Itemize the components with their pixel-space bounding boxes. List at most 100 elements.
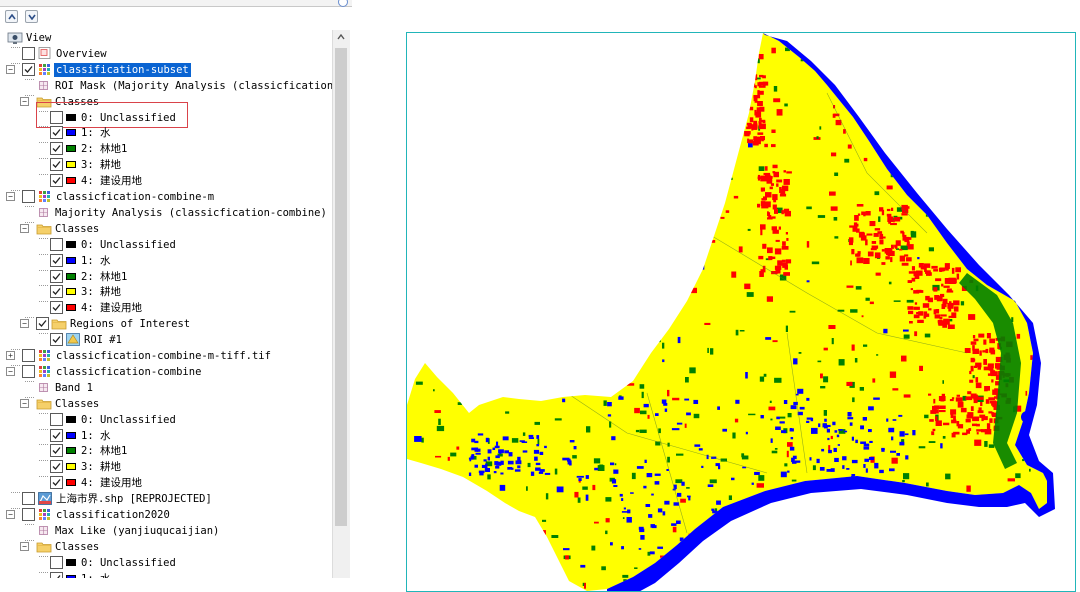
tree-label[interactable]: classicfication-combine-m xyxy=(54,190,216,204)
tree-label[interactable]: ROI Mask (Majority Analysis (classicfica… xyxy=(53,79,332,93)
tree-label[interactable]: 0: Unclassified xyxy=(79,413,178,427)
tree-label[interactable]: 2: 林地1 xyxy=(79,142,129,156)
tree-label[interactable]: classicfication-combine xyxy=(54,365,203,379)
expand-all-button[interactable] xyxy=(25,10,38,23)
tree-row-c2020[interactable]: −classification2020 xyxy=(0,507,332,523)
tree-row-c1-2[interactable]: 2: 林地1 xyxy=(0,141,332,157)
tree-scrollbar[interactable] xyxy=(332,30,350,578)
collapse-minus-icon[interactable]: − xyxy=(20,319,29,328)
tree-label[interactable]: 上海市界.shp [REPROJECTED] xyxy=(54,492,214,506)
layer-checkbox-checked[interactable] xyxy=(36,317,49,330)
tree-row-classes-4[interactable]: − Classes xyxy=(0,539,332,555)
tree-label[interactable]: 4: 建设用地 xyxy=(79,476,144,490)
tree-row-combine-m-tiff[interactable]: + classicfication-combine-m-tiff.tif xyxy=(0,348,332,364)
tree-row-c3-2[interactable]: 2: 林地1 xyxy=(0,443,332,459)
tree-row-c2-3[interactable]: 3: 耕地 xyxy=(0,284,332,300)
tree-label[interactable]: ROI #1 xyxy=(82,333,124,347)
tree-row-c3-1[interactable]: 1: 水 xyxy=(0,428,332,444)
tree-row-c3-3[interactable]: 3: 耕地 xyxy=(0,459,332,475)
scrollbar-thumb[interactable] xyxy=(335,48,347,526)
tree-label[interactable]: 3: 耕地 xyxy=(79,158,123,172)
tree-label[interactable]: classicfication-combine-m-tiff.tif xyxy=(54,349,273,363)
tree-label[interactable]: View xyxy=(24,31,53,45)
collapse-minus-icon[interactable]: − xyxy=(6,65,15,74)
tree-label[interactable]: Classes xyxy=(53,397,101,411)
layer-checkbox[interactable] xyxy=(22,47,35,60)
tree-label[interactable]: 4: 建设用地 xyxy=(79,174,144,188)
layer-checkbox[interactable] xyxy=(22,365,35,378)
tree-label[interactable]: 3: 耕地 xyxy=(79,460,123,474)
tree-row-roi-1[interactable]: ROI #1 xyxy=(0,332,332,348)
tree-row-c1-4[interactable]: 4: 建设用地 xyxy=(0,173,332,189)
tree-row-c2-2[interactable]: 2: 林地1 xyxy=(0,269,332,285)
tree-row-classification-subset[interactable]: − classification-subset xyxy=(0,62,332,78)
tree-label[interactable]: Majority Analysis (classicfication-combi… xyxy=(53,206,329,220)
tree-row-roi-mask[interactable]: ROI Mask (Majority Analysis (classicfica… xyxy=(0,78,332,94)
tree-row-maxlike[interactable]: Max Like (yanjiuqucaijian) xyxy=(0,523,332,539)
tree-label[interactable]: 2: 林地1 xyxy=(79,444,129,458)
tree-row-shp[interactable]: 上海市界.shp [REPROJECTED] xyxy=(0,491,332,507)
panel-pin-icon[interactable] xyxy=(338,0,348,7)
collapse-minus-icon[interactable]: − xyxy=(20,399,29,408)
layer-checkbox-checked[interactable] xyxy=(50,126,63,139)
tree-row-overview[interactable]: Overview xyxy=(0,46,332,62)
tree-label[interactable]: 0: Unclassified xyxy=(79,556,178,570)
tree-label[interactable]: 1: 水 xyxy=(79,254,112,268)
layer-checkbox[interactable] xyxy=(22,349,35,362)
layer-checkbox[interactable] xyxy=(22,492,35,505)
map-view[interactable] xyxy=(352,0,1080,578)
layer-checkbox-checked[interactable] xyxy=(50,460,63,473)
tree-row-classes-2[interactable]: − Classes xyxy=(0,221,332,237)
tree-label[interactable]: Regions of Interest xyxy=(68,317,192,331)
classification-map-frame[interactable] xyxy=(406,32,1076,592)
tree-label[interactable]: Overview xyxy=(54,47,109,61)
classification-map[interactable] xyxy=(407,33,1076,592)
tree-label[interactable]: Classes xyxy=(53,540,101,554)
tree-row-c1-0[interactable]: 0: Unclassified xyxy=(0,110,332,126)
layer-checkbox[interactable] xyxy=(50,413,63,426)
tree-row-c2-1[interactable]: 1: 水 xyxy=(0,253,332,269)
layer-checkbox-checked[interactable] xyxy=(50,444,63,457)
tree-row-c2-4[interactable]: 4: 建设用地 xyxy=(0,300,332,316)
layer-checkbox[interactable] xyxy=(50,556,63,569)
collapse-minus-icon[interactable]: − xyxy=(6,510,15,519)
tree-row-c1-3[interactable]: 3: 耕地 xyxy=(0,157,332,173)
layer-checkbox-checked[interactable] xyxy=(22,63,35,76)
tree-label[interactable]: Classes xyxy=(53,222,101,236)
layer-checkbox[interactable] xyxy=(22,508,35,521)
layer-checkbox-checked[interactable] xyxy=(50,158,63,171)
collapse-minus-icon[interactable]: − xyxy=(20,542,29,551)
tree-row-c1-1[interactable]: 1: 水 xyxy=(0,125,332,141)
collapse-all-button[interactable] xyxy=(5,10,18,23)
tree-row-c3-0[interactable]: 0: Unclassified xyxy=(0,412,332,428)
scroll-up-arrow-icon[interactable] xyxy=(337,34,345,40)
layer-checkbox-checked[interactable] xyxy=(50,301,63,314)
layer-checkbox-checked[interactable] xyxy=(50,429,63,442)
tree-label[interactable]: Max Like (yanjiuqucaijian) xyxy=(53,524,221,538)
tree-row-combine[interactable]: − classicfication-combine xyxy=(0,364,332,380)
tree-row-c4-1[interactable]: 1: 水 xyxy=(0,571,332,578)
tree-row-combine-m[interactable]: − classicfication-combine-m xyxy=(0,189,332,205)
collapse-minus-icon[interactable]: − xyxy=(20,224,29,233)
tree-row-c3-4[interactable]: 4: 建设用地 xyxy=(0,475,332,491)
collapse-minus-icon[interactable]: − xyxy=(6,367,15,376)
collapse-minus-icon[interactable]: − xyxy=(6,192,15,201)
layer-checkbox[interactable] xyxy=(22,190,35,203)
collapse-minus-icon[interactable]: − xyxy=(20,97,29,106)
expand-plus-icon[interactable]: + xyxy=(6,351,15,360)
tree-label[interactable]: 1: 水 xyxy=(79,572,112,578)
tree-row-c2-0[interactable]: 0: Unclassified xyxy=(0,237,332,253)
tree-row-view[interactable]: −View xyxy=(0,30,332,46)
layer-checkbox-checked[interactable] xyxy=(50,476,63,489)
tree-label[interactable]: classification-subset xyxy=(54,63,191,77)
tree-label[interactable]: 1: 水 xyxy=(79,429,112,443)
tree-label[interactable]: 0: Unclassified xyxy=(79,238,178,252)
tree-label[interactable]: 3: 耕地 xyxy=(79,285,123,299)
tree-row-roi-folder[interactable]: − Regions of Interest xyxy=(0,316,332,332)
tree-label[interactable]: 4: 建设用地 xyxy=(79,301,144,315)
tree-row-c4-0[interactable]: 0: Unclassified xyxy=(0,555,332,571)
layer-checkbox-checked[interactable] xyxy=(50,174,63,187)
tree-row-classes-3[interactable]: − Classes xyxy=(0,396,332,412)
layer-checkbox-checked[interactable] xyxy=(50,285,63,298)
tree-label[interactable]: 2: 林地1 xyxy=(79,270,129,284)
